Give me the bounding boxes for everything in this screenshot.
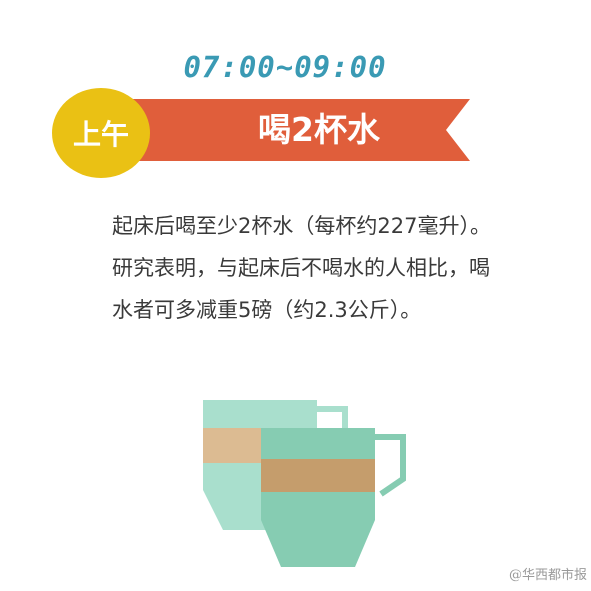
front-cup-body	[261, 428, 375, 567]
front-cup-handle	[373, 434, 406, 497]
time-range: 07:00~09:00	[183, 50, 387, 84]
watermark: @华西都市报	[508, 568, 587, 583]
ribbon-title: 喝2杯水	[258, 110, 380, 149]
title-ribbon: 喝2杯水	[118, 99, 470, 161]
description-text: 起床后喝至少2杯水（每杯约227毫升）。研究表明，与起床后不喝水的人相比，喝水者…	[112, 214, 491, 322]
period-badge: 上午	[52, 88, 150, 178]
two-cups-illustration	[203, 400, 406, 567]
front-cup-band	[261, 459, 375, 492]
